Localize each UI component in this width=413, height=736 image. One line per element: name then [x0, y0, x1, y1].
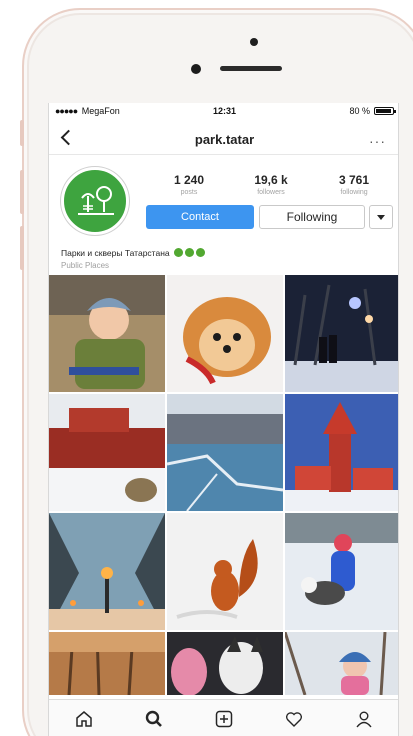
earpiece — [220, 66, 282, 71]
following-label: following — [340, 189, 368, 196]
tab-add-post[interactable] — [189, 700, 259, 736]
posts-label: posts — [180, 189, 198, 196]
photo-boy-in-hat[interactable] — [49, 275, 165, 392]
green-circle-emoji-icon — [196, 248, 205, 257]
front-camera — [191, 64, 201, 74]
heart-icon — [285, 712, 303, 727]
volume-down-button — [20, 226, 24, 270]
profile-username: park.tatar — [194, 132, 255, 147]
status-bar: ●●●●● MegaFon 12:31 80 % — [49, 103, 398, 119]
photo-night-winter-couple[interactable] — [285, 275, 398, 392]
followers-stat[interactable]: 19,6 k followers — [231, 173, 311, 196]
volume-up-button — [20, 170, 24, 214]
photo-frozen-river[interactable] — [167, 394, 283, 511]
photo-girl-with-husky[interactable] — [285, 513, 398, 630]
photo-grid — [49, 275, 398, 695]
followers-label: followers — [257, 189, 285, 196]
photo-pomeranian-dog[interactable] — [167, 275, 283, 392]
tab-activity[interactable] — [259, 700, 329, 736]
search-icon — [145, 710, 162, 727]
ellipsis-icon[interactable]: ··· — [369, 133, 386, 149]
bio-name-text: Парки и скверы Татарстана — [61, 248, 170, 258]
caret-down-icon — [377, 215, 385, 220]
green-circle-emoji-icon — [185, 248, 194, 257]
tab-search[interactable] — [119, 700, 189, 736]
home-icon — [76, 711, 92, 727]
status-time: 12:31 — [212, 106, 237, 116]
speaker-dot — [250, 38, 258, 46]
mute-switch — [20, 120, 24, 146]
posts-stat[interactable]: 1 240 posts — [149, 173, 229, 196]
following-count: 3 761 — [338, 173, 370, 187]
bottom-tab-bar — [49, 699, 398, 736]
contact-button[interactable]: Contact — [146, 205, 254, 229]
bio-category: Public Places — [61, 261, 110, 270]
avatar[interactable] — [61, 167, 129, 235]
nav-bar: park.tatar ··· — [49, 123, 398, 155]
battery-icon — [374, 107, 396, 115]
tab-profile[interactable] — [329, 700, 398, 736]
green-circle-emoji-icon — [174, 248, 183, 257]
app-screen: ●●●●● MegaFon 12:31 80 % park.tatar ··· … — [48, 103, 399, 736]
photo-winter-trees-sunset[interactable] — [49, 632, 165, 695]
photo-child-in-snow[interactable] — [285, 632, 398, 695]
battery-percent: 80 % — [349, 106, 370, 116]
photo-snowy-lamp-alley[interactable] — [49, 513, 165, 630]
photo-husky-child[interactable] — [167, 632, 283, 695]
bio-name: Парки и скверы Татарстана — [61, 248, 205, 258]
photo-red-fence-winter[interactable] — [49, 394, 165, 511]
following-button[interactable]: Following — [259, 205, 365, 229]
followers-count: 19,6 k — [254, 173, 288, 187]
profile-icon — [356, 711, 372, 728]
suggestions-dropdown-button[interactable] — [369, 205, 393, 229]
posts-count: 1 240 — [173, 173, 205, 187]
tab-home[interactable] — [49, 700, 119, 736]
photo-red-playground-tower[interactable] — [285, 394, 398, 511]
photo-squirrel-in-snow[interactable] — [167, 513, 283, 630]
following-stat[interactable]: 3 761 following — [314, 173, 394, 196]
add-post-icon — [215, 710, 233, 728]
park-logo-icon — [78, 186, 114, 215]
